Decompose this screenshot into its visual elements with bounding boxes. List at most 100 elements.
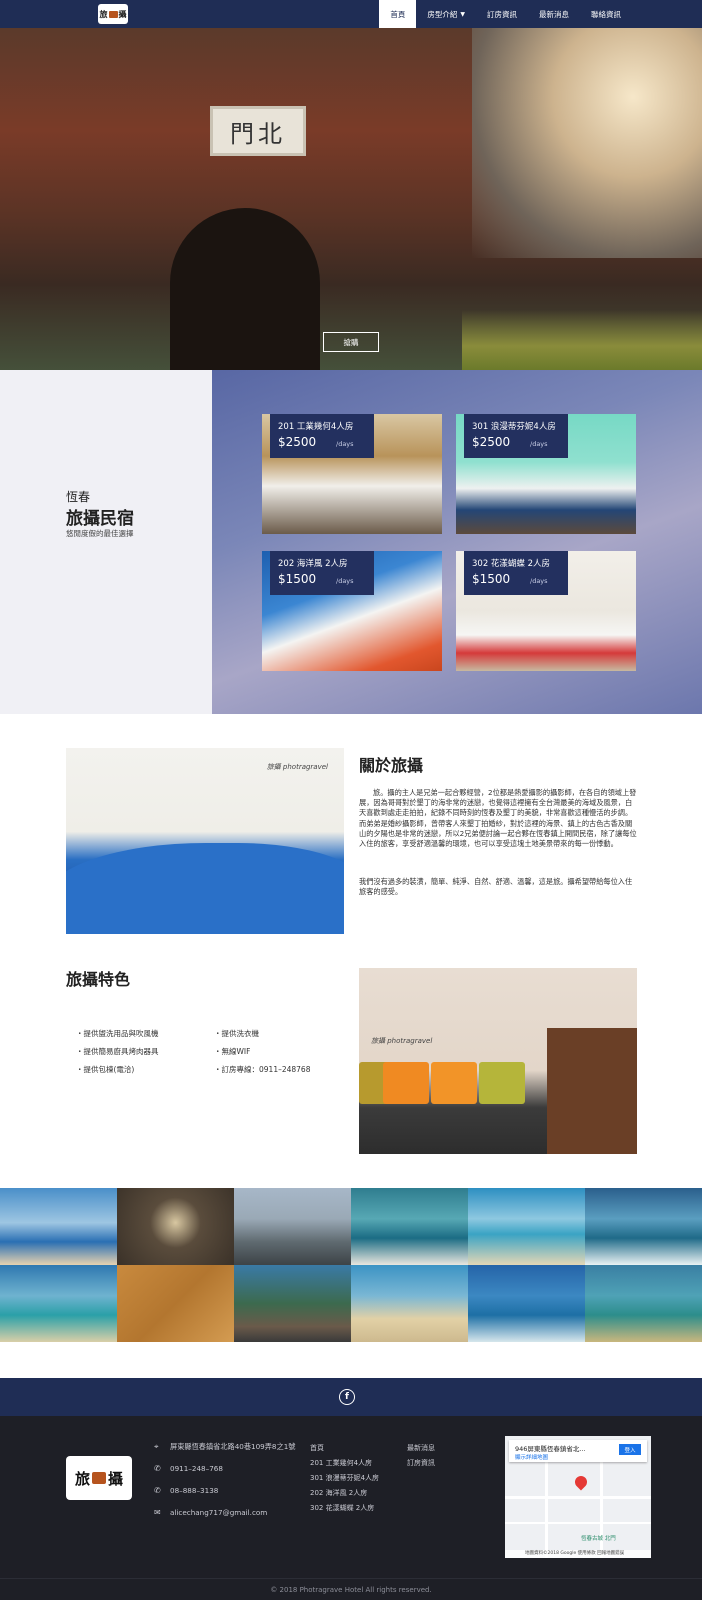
map-road [600,1462,603,1558]
rooms-tagline: 悠閒度假的最佳選擇 [66,529,134,538]
social-bar: f [0,1378,702,1416]
feature-item: ・提供包棟(電洽) [76,1065,135,1074]
rooms-section: 恆春 旅攝民宿 悠閒度假的最佳選擇 201 工業幾何4人房 $2500 /day… [0,370,702,714]
phone-icon: ✆ [154,1486,161,1495]
gallery-tile[interactable] [0,1265,117,1342]
gallery-tile[interactable] [585,1265,702,1342]
room-card[interactable]: 202 海洋風 2人房 $1500 /days [262,551,442,671]
gallery-tile[interactable] [117,1188,234,1265]
menu-item-contact[interactable]: 聯絡資訊 [580,0,632,28]
features-list-left: ・提供盥洗用品與吹風機 ・提供簡易廚具烤肉器具 ・提供包棟(電洽) [76,1028,159,1082]
room-price: $2500 [278,435,317,449]
copyright: © 2018 Photragrave Hotel All rights rese… [0,1578,702,1600]
footer-link[interactable]: 首頁 [310,1443,324,1453]
hero-gate-plaque: 門北 [210,106,306,156]
features-list-right: ・提供洗衣機 ・無線WIF ・訂房專線：0911–248768 [214,1028,310,1082]
footer-address: ⌖ 屏東縣恆春鎮省北路40巷109弄8之1號 [154,1442,296,1451]
room-price-unit: /days [530,440,548,448]
features-image-brand: 旅攝 photragravel [371,1037,433,1045]
feature-item: ・提供洗衣機 [214,1029,259,1038]
rooms-intro: 恆春 旅攝民宿 悠閒度假的最佳選擇 [0,370,212,714]
footer-phone[interactable]: ✆ 0911–248–768 [154,1464,223,1473]
footer-email[interactable]: ✉ alicechang717@gmail.com [154,1508,267,1517]
feature-item: ・無線WIF [214,1047,251,1056]
room-name: 302 花漾蝴蝶 2人房 [472,559,551,569]
gallery-tile[interactable] [468,1188,585,1265]
hero-sky [472,28,702,258]
pillow-shape [431,1062,477,1104]
menu-item-home[interactable]: 首頁 [379,0,417,28]
hero-buy-button[interactable]: 搶購 [323,332,379,352]
room-price: $1500 [278,572,317,586]
pillow-shape [479,1062,525,1104]
feature-item: ・訂房專線：0911–248768 [214,1065,311,1074]
footer-link[interactable]: 201 工業幾何4人房 [310,1458,372,1468]
camera-icon [108,10,118,18]
logo-text-left: 旅 [74,1469,90,1488]
rooms-title: 旅攝民宿 [66,509,134,529]
gallery-tile[interactable] [234,1188,351,1265]
menu-item-booking[interactable]: 訂房資訊 [476,0,528,28]
gallery-tile[interactable] [585,1188,702,1265]
about-paragraph: 我們沒有過多的裝潢，簡單、純淨、自然、舒適、溫馨，這是旅。攝希望帶給每位入住旅客… [359,877,633,897]
about-paragraph: 旅。攝的主人是兄弟一起合夥經營，2位都是熱愛攝影的攝影師，在各自的領域上發展，因… [359,788,637,849]
photo-gallery [0,1188,702,1342]
gallery-tile[interactable] [234,1265,351,1342]
main-menu: 首頁 房型介紹 ▼ 訂房資訊 最新消息 聯絡資訊 [379,0,632,28]
features-title: 旅攝特色 [66,970,131,989]
map-road [505,1522,651,1524]
map-road [505,1496,651,1499]
logo-text-left: 旅 [99,9,108,19]
footer-link[interactable]: 訂房資訊 [407,1458,435,1468]
gallery-tile[interactable] [117,1265,234,1342]
room-card[interactable]: 201 工業幾何4人房 $2500 /days [262,414,442,534]
map-info-card: 946屏東縣恆春鎮省北... 顯示詳細地圖 登入 [509,1440,647,1462]
map-login-button[interactable]: 登入 [619,1444,641,1455]
rooms-grid: 201 工業幾何4人房 $2500 /days 301 浪漫蒂芬妮4人房 $25… [212,370,702,714]
footer-link[interactable]: 202 海洋風 2人房 [310,1488,367,1498]
map-pin-icon [572,1473,590,1491]
map-larger-link[interactable]: 顯示詳細地圖 [515,1453,548,1461]
room-price: $1500 [472,572,511,586]
room-label: 202 海洋風 2人房 $1500 /days [270,551,374,595]
hero-grass [462,310,702,370]
room-card[interactable]: 302 花漾蝴蝶 2人房 $1500 /days [456,551,636,671]
facebook-icon[interactable]: f [339,1389,355,1405]
room-name: 301 浪漫蒂芬妮4人房 [472,422,556,432]
google-map[interactable]: 946屏東縣恆春鎮省北... 顯示詳細地圖 登入 恆春古城 北門 地圖資料©20… [505,1436,651,1558]
hero-gate-arch [170,208,320,370]
about-image-wave [66,843,344,934]
gallery-tile[interactable] [351,1265,468,1342]
footer-link[interactable]: 最新消息 [407,1443,435,1453]
map-credit: 地圖資料©2018 Google 使用條款 回報地圖錯誤 [505,1550,651,1558]
phone-icon: ✆ [154,1464,161,1473]
pillow-shape [383,1062,429,1104]
menu-item-news[interactable]: 最新消息 [528,0,580,28]
room-name: 201 工業幾何4人房 [278,422,354,432]
logo-text-right: 攝 [108,1469,124,1488]
gallery-tile[interactable] [0,1188,117,1265]
room-price-unit: /days [530,577,548,585]
location-pin-icon: ⌖ [154,1442,159,1451]
room-card[interactable]: 301 浪漫蒂芬妮4人房 $2500 /days [456,414,636,534]
footer: 旅 攝 ⌖ 屏東縣恆春鎮省北路40巷109弄8之1號 ✆ 0911–248–76… [0,1416,702,1578]
feature-item: ・提供盥洗用品與吹風機 [76,1029,159,1038]
gallery-tile[interactable] [468,1265,585,1342]
about-image-brand: 旅攝 photragravel [266,763,328,771]
room-price-unit: /days [336,440,354,448]
footer-logo[interactable]: 旅 攝 [66,1456,132,1500]
room-price-unit: /days [336,577,354,585]
counter-shape [547,1028,637,1154]
footer-link[interactable]: 301 浪漫蒂芬妮4人房 [310,1473,379,1483]
feature-item: ・提供簡易廚具烤肉器具 [76,1047,159,1056]
map-address: 946屏東縣恆春鎮省北... [515,1445,586,1453]
site-logo[interactable]: 旅 攝 [98,4,128,24]
menu-item-rooms[interactable]: 房型介紹 ▼ [416,0,476,28]
map-road [545,1462,548,1558]
rooms-subtitle: 恆春 [66,490,91,504]
room-label: 302 花漾蝴蝶 2人房 $1500 /days [464,551,568,595]
about-title: 關於旅攝 [359,756,424,775]
footer-link[interactable]: 302 花漾蝴蝶 2人房 [310,1503,374,1513]
footer-phone[interactable]: ✆ 08–888–3138 [154,1486,218,1495]
gallery-tile[interactable] [351,1188,468,1265]
